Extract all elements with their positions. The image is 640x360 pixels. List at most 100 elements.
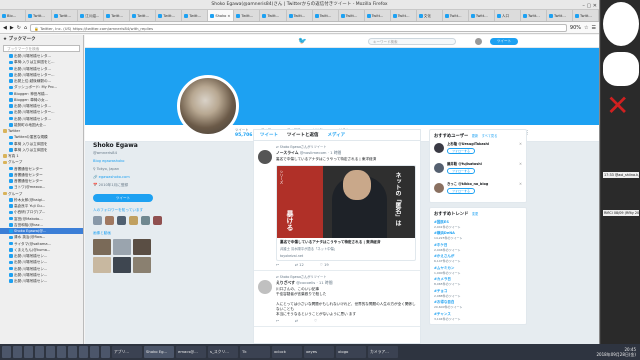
browser-tab[interactable]: Twitt... — [521, 10, 547, 21]
browser-tab[interactable]: Twitt... — [313, 10, 339, 21]
suggested-follow-button[interactable]: フォローする — [447, 188, 476, 194]
browser-tab[interactable]: 江川紹... — [78, 10, 105, 21]
tab-tweets[interactable]: ツイート — [260, 130, 278, 140]
reply-icon[interactable]: ↩ — [276, 263, 279, 267]
media-thumbnail[interactable] — [133, 257, 151, 273]
browser-tab[interactable]: Twitt... — [573, 10, 599, 21]
tweet-time[interactable]: 1 時間 — [330, 150, 341, 155]
suggested-user-avatar[interactable] — [434, 163, 444, 173]
taskbar-window-button[interactable]: Shoko Eg... — [144, 346, 174, 358]
window-controls[interactable]: – ▢ ✕ — [582, 1, 597, 11]
browser-tab[interactable]: Twitt... — [104, 10, 131, 21]
home-icon[interactable]: ⌂ — [24, 25, 27, 31]
suggested-user[interactable]: きっこ @kikko_no_blog フォローする ✕ — [434, 181, 522, 199]
tweet-to-button[interactable]: ツイート — [93, 194, 153, 202]
tab-media[interactable]: メディア — [328, 130, 346, 140]
taskbar-window-button[interactable]: xeyes — [304, 346, 334, 358]
zoom-level[interactable]: 90% — [570, 25, 581, 31]
suggested-user[interactable]: 藤井聡 @fujisatoshi フォローする ✕ — [434, 161, 522, 179]
menu-icon[interactable]: ☰ — [592, 25, 596, 31]
twitter-search-input[interactable]: キーワード検索 — [368, 38, 456, 45]
xeyes-window[interactable] — [603, 52, 639, 86]
follower-avatar[interactable] — [153, 216, 162, 225]
forward-icon[interactable]: ▶ — [10, 25, 14, 31]
taskbar-window-button[interactable]: emacs@... — [176, 346, 206, 358]
trend-item[interactable]: #チャンス 3,104件のツイート — [434, 312, 522, 321]
trend-item[interactable]: #ムヤミカン 1,000件のツイート — [434, 266, 522, 275]
suggested-user-name[interactable]: 藤井聡 @fujisatoshi — [447, 161, 522, 166]
bookmark-star-icon[interactable]: ☆ — [584, 25, 588, 31]
suggested-user[interactable]: 上杉隆 @UesugiTakashi フォローする ✕ — [434, 141, 522, 159]
tab-tweets-replies[interactable]: ツイートと返信 — [287, 130, 319, 140]
trend-item[interactable]: #国民ES 2,041件のツイート — [434, 220, 522, 229]
follower-avatar[interactable] — [117, 216, 126, 225]
retweet-button[interactable]: ⇄ 12 — [295, 263, 304, 267]
tweet[interactable]: ⇄ Shoko Egawaさんがリツイート えりざべす @cocoelis · … — [254, 271, 420, 327]
profile-stat[interactable]: ツイート 95,706 — [235, 127, 252, 138]
suggested-follow-button[interactable]: フォローする — [447, 168, 476, 174]
media-thumbnail[interactable] — [93, 257, 111, 273]
browser-tab[interactable]: Twitt... — [339, 10, 365, 21]
media-thumbnail[interactable] — [93, 239, 111, 255]
browser-tab[interactable]: 文化 — [417, 10, 443, 21]
suggested-user-name[interactable]: 上杉隆 @UesugiTakashi — [447, 141, 522, 146]
browser-tab[interactable]: Twitt... — [234, 10, 261, 21]
browser-tab[interactable]: Blo... — [0, 10, 27, 21]
taskbar-window-button[interactable]: xclock — [272, 346, 302, 358]
twitter-bird-icon[interactable]: 🐦 — [298, 38, 307, 45]
launcher-icon[interactable] — [24, 346, 33, 358]
dismiss-icon[interactable]: ✕ — [519, 142, 522, 146]
launcher-icon[interactable] — [13, 346, 22, 358]
profile-website-text[interactable]: egawashoko.com — [99, 175, 130, 179]
back-icon[interactable]: ◀ — [3, 25, 7, 31]
browser-tab[interactable]: Twitt... — [26, 10, 53, 21]
launcher-icon[interactable] — [101, 346, 110, 358]
tweet-time[interactable]: 11 時間 — [319, 280, 333, 285]
tweet-author[interactable]: えりざべす — [276, 280, 295, 285]
reply-icon[interactable]: ↩ — [276, 319, 279, 323]
launcher-icon[interactable] — [35, 346, 44, 358]
url-field[interactable]: 🔒 Twitter, Inc. (US) https://twitter.com… — [30, 23, 567, 32]
xclock-window[interactable] — [603, 2, 639, 46]
taskbar-window-button[interactable]: アプリ... — [112, 346, 142, 358]
reload-icon[interactable]: ↻ — [17, 25, 21, 31]
browser-tab[interactable]: Twitt... — [391, 10, 417, 21]
bookmark-search-input[interactable]: ブックマークを検索 — [3, 45, 80, 52]
tweet-handle[interactable]: @noslimecom — [300, 150, 327, 155]
followers-you-know[interactable]: 人のフォロワーを知っています — [93, 208, 238, 213]
media-thumbnail[interactable] — [133, 239, 151, 255]
suggested-user-name[interactable]: きっこ @kikko_no_blog — [447, 181, 522, 186]
refresh-link[interactable]: 更新 — [472, 134, 478, 138]
dismiss-icon[interactable]: ✕ — [519, 182, 522, 186]
launcher-icon[interactable] — [90, 346, 99, 358]
suggested-user-avatar[interactable] — [434, 143, 444, 153]
clock[interactable]: 20:45 2018年09月28日(金) — [597, 347, 640, 357]
profile-name[interactable]: Shoko Egawa — [93, 142, 238, 149]
browser-tab[interactable]: Twitt... — [443, 10, 469, 21]
follower-avatar[interactable] — [141, 216, 150, 225]
taskbar-window-button[interactable]: s_スクリ... — [208, 346, 238, 358]
launcher-icon[interactable] — [68, 346, 77, 358]
account-avatar[interactable] — [475, 38, 482, 45]
browser-tab[interactable]: 人口 — [495, 10, 521, 21]
launcher-icon[interactable] — [57, 346, 66, 358]
nav-tweet-button[interactable]: ツイート — [490, 38, 518, 45]
taskbar-window-button[interactable]: xlogo — [336, 346, 366, 358]
taskbar-window-button[interactable]: カメラア... — [368, 346, 398, 358]
browser-tab[interactable]: Twitt... — [469, 10, 495, 21]
suggested-user-avatar[interactable] — [434, 183, 444, 193]
follower-avatar[interactable] — [105, 216, 114, 225]
photos-videos-link[interactable]: 画像と動画 — [93, 231, 238, 236]
app-menu-icon[interactable] — [2, 346, 11, 358]
tweet-handle[interactable]: @cocoelis — [296, 280, 315, 285]
launcher-icon[interactable] — [79, 346, 88, 358]
browser-tab[interactable]: Shoko × — [208, 10, 235, 21]
suggested-follow-button[interactable]: フォローする — [447, 148, 476, 154]
browser-tab[interactable]: Twitt... — [182, 10, 209, 21]
bookmark-item[interactable]: 出発:川場吊橋セン... — [0, 278, 83, 284]
trend-item[interactable]: #横浜DeNA 14,225件のツイート — [434, 231, 522, 240]
like-button[interactable]: ♡ 19 — [320, 263, 329, 267]
site-identity[interactable]: Twitter, Inc. (US) — [40, 26, 71, 31]
media-thumbnail[interactable] — [113, 239, 131, 255]
trend-item[interactable]: #チョコ 2,088件のツイート — [434, 289, 522, 298]
